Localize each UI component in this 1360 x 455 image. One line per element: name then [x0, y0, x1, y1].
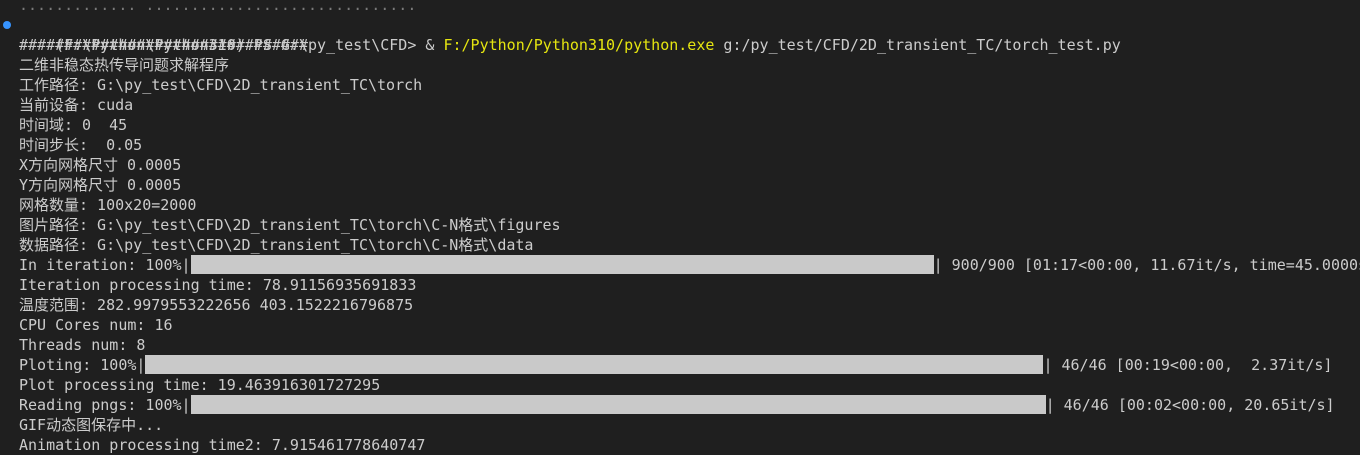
- terminal-line-workdir: 工作路径: G:\py_test\CFD\2D_transient_TC\tor…: [19, 76, 423, 94]
- terminal-panel[interactable]: ............. ..........................…: [0, 0, 1360, 455]
- terminal-line-plot-time: Plot processing time: 19.463916301727295: [19, 376, 381, 394]
- terminal-line-grid-count: 网格数量: 100x20=2000: [19, 196, 197, 214]
- reading-progress-bar: [190, 395, 1046, 414]
- terminal-line-title: 二维非稳态热传导问题求解程序: [19, 56, 230, 74]
- terminal-line-temp-range: 温度范围: 282.9979553222656 403.152221679687…: [19, 296, 414, 314]
- terminal-line-y-grid: Y方向网格尺寸 0.0005: [19, 176, 182, 194]
- terminal-line-anim-time: Animation processing time2: 7.9154617786…: [19, 436, 426, 454]
- plotting-progress-stats: | 46/46 [00:19<00:00, 2.37it/s]: [1043, 356, 1333, 374]
- terminal-line-data-path: 数据路径: G:\py_test\CFD\2D_transient_TC\tor…: [19, 236, 534, 254]
- terminal-line-device: 当前设备: cuda: [19, 96, 134, 114]
- terminal-line-cpu-cores: CPU Cores num: 16: [19, 316, 173, 334]
- iteration-progress-bar: [190, 255, 934, 274]
- plotting-progress-bar: [145, 355, 1044, 374]
- terminal-line-time-step: 时间步长: 0.05: [19, 136, 143, 154]
- iteration-progress-stats: | 900/900 [01:17<00:00, 11.67it/s, time=…: [933, 256, 1360, 274]
- terminal-line-gif-saving: GIF动态图保存中...: [19, 416, 164, 434]
- terminal-prompt-line: (F:\Python\Python310) PS G:\py_test\CFD>…: [0, 15, 1360, 54]
- terminal-line-threads: Threads num: 8: [19, 336, 146, 354]
- reading-progress-stats: | 46/46 [00:02<00:00, 20.65it/s]: [1045, 396, 1335, 414]
- iteration-progress-line: In iteration: 100%| | 900/900 [01:17<00:0…: [0, 255, 1360, 275]
- terminal-line-fig-path: 图片路径: G:\py_test\CFD\2D_transient_TC\tor…: [19, 216, 561, 234]
- terminal-line-iter-time: Iteration processing time: 78.9115693569…: [19, 276, 417, 294]
- plotting-progress-label: Ploting: 100%|: [19, 356, 146, 374]
- plotting-progress-line: Ploting: 100%| | 46/46 [00:19<00:00, 2.37…: [0, 355, 1360, 375]
- terminal-line-hashes: ################################: [19, 36, 308, 54]
- reading-progress-label: Reading pngs: 100%|: [19, 396, 191, 414]
- terminal-line-time-domain: 时间域: 0 45: [19, 116, 128, 134]
- iteration-progress-label: In iteration: 100%|: [19, 256, 191, 274]
- terminal-line-x-grid: X方向网格尺寸 0.0005: [19, 156, 182, 174]
- circle-dot-icon[interactable]: [3, 21, 11, 29]
- reading-progress-line: Reading pngs: 100%| | 46/46 [00:02<00:00,…: [0, 395, 1360, 415]
- terminal-line-partial: ............. ..........................…: [19, 0, 417, 14]
